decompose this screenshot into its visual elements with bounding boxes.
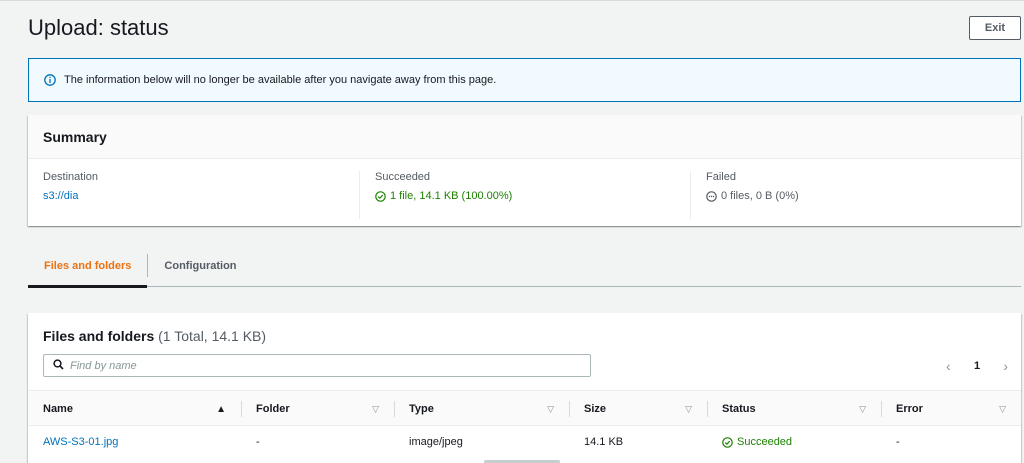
search-box[interactable]: [43, 354, 591, 377]
file-status-text: Succeeded: [737, 436, 793, 448]
failed-label: Failed: [706, 171, 736, 183]
search-input[interactable]: [70, 359, 550, 372]
succeeded-label: Succeeded: [375, 171, 431, 183]
file-status: Succeeded: [707, 426, 881, 458]
tab-configuration[interactable]: Configuration: [148, 245, 252, 286]
files-title-text: Files and folders: [43, 328, 155, 344]
files-title: Files and folders (1 Total, 14.1 KB): [43, 328, 266, 344]
column-header-error[interactable]: Error ▽: [881, 391, 1021, 427]
sort-icon: ▽: [999, 403, 1006, 414]
page-title: Upload: status: [28, 15, 169, 40]
file-size: 14.1 KB: [584, 436, 624, 448]
chevron-right-icon[interactable]: ›: [1003, 358, 1008, 374]
table-header: Name ▲ Folder ▽ Type ▽ Size ▽ Status ▽ Error ▽: [28, 390, 1021, 426]
ellipsis-circle-icon: [706, 190, 717, 202]
sort-icon: ▽: [685, 403, 692, 414]
files-count: (1 Total, 14.1 KB): [158, 328, 267, 344]
sort-icon: ▽: [372, 403, 379, 414]
destination-label: Destination: [43, 171, 99, 183]
file-folder: -: [256, 436, 260, 448]
summary-destination: Destination s3://dia: [28, 171, 359, 219]
sort-icon: ▽: [859, 403, 866, 414]
tab-bar: Files and folders Configuration: [28, 245, 1021, 288]
summary-succeeded: Succeeded 1 file, 14.1 KB (100.00%): [359, 171, 690, 219]
column-header-type[interactable]: Type ▽: [394, 391, 569, 427]
files-panel: Files and folders (1 Total, 14.1 KB) ‹ 1…: [28, 313, 1021, 463]
chevron-left-icon[interactable]: ‹: [946, 358, 951, 374]
column-header-name[interactable]: Name ▲: [28, 391, 241, 427]
column-header-status[interactable]: Status ▽: [707, 391, 881, 427]
exit-button[interactable]: Exit: [969, 16, 1021, 40]
check-circle-icon: [722, 436, 733, 448]
sort-icon: ▽: [547, 403, 554, 414]
destination-link[interactable]: s3://dia: [43, 190, 78, 202]
current-page[interactable]: 1: [974, 360, 980, 372]
sort-ascending-icon: ▲: [216, 403, 226, 415]
check-circle-icon: [375, 190, 386, 202]
file-error: -: [896, 436, 900, 448]
column-header-size[interactable]: Size ▽: [569, 391, 707, 427]
info-banner-text: The information below will no longer be …: [64, 74, 497, 86]
summary-title: Summary: [28, 115, 1021, 159]
summary-panel: Summary Destination s3://dia Succeeded 1…: [28, 115, 1021, 226]
failed-value: 0 files, 0 B (0%): [721, 190, 799, 202]
file-type: image/jpeg: [409, 436, 463, 448]
file-name-link[interactable]: AWS-S3-01.jpg: [43, 436, 118, 448]
tab-files-and-folders[interactable]: Files and folders: [28, 245, 148, 288]
table-row: AWS-S3-01.jpg - image/jpeg 14.1 KB Succe…: [28, 426, 1021, 458]
succeeded-value: 1 file, 14.1 KB (100.00%): [390, 190, 513, 202]
search-icon: [53, 357, 64, 375]
pagination: ‹ 1 ›: [946, 356, 1008, 376]
info-icon: [44, 74, 56, 86]
column-header-folder[interactable]: Folder ▽: [241, 391, 394, 427]
summary-failed: Failed 0 files, 0 B (0%): [690, 171, 1021, 219]
info-banner: The information below will no longer be …: [28, 58, 1021, 102]
